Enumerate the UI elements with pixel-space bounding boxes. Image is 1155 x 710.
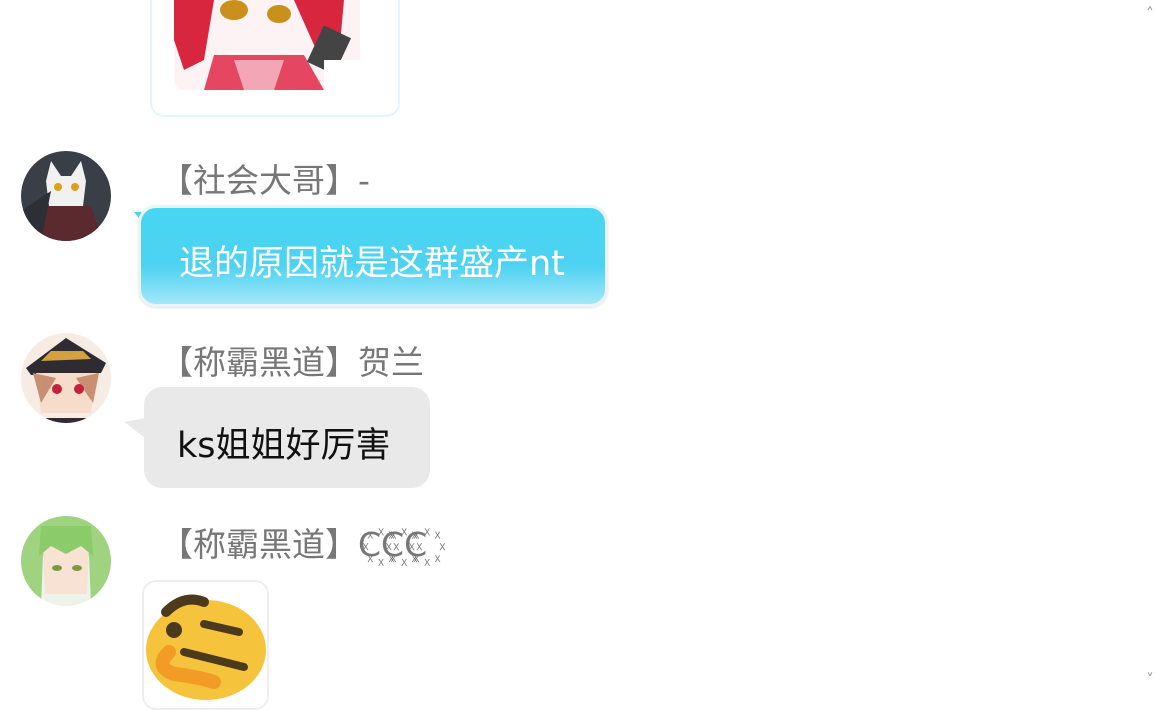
green-hair-avatar-icon [21,516,111,606]
sender-name: 【称霸黑道】贺兰 [160,343,424,382]
message-text: 退的原因就是这群盛产nt [179,244,565,284]
anime-boy-avatar-icon [21,333,111,423]
message-bubble[interactable]: ks姐姐好厉害 [144,387,430,488]
anime-girl-sticker-image [174,0,360,90]
scroll-down-icon[interactable]: ˅ [1146,670,1154,689]
message-bubble[interactable]: 退的原因就是这群盛产nt [138,205,608,307]
scroll-up-icon[interactable]: ˄ [1146,4,1154,23]
avatar[interactable] [21,333,111,423]
thinking-face-sticker-icon [146,594,266,700]
message-text: ks姐姐好厉害 [177,426,391,466]
message-sticker[interactable] [142,580,269,710]
cat-avatar-icon [21,151,111,241]
sender-name: 【社会大哥】- [160,161,370,200]
avatar[interactable] [21,151,111,241]
sender-name: 【称霸黑道】C꙰C꙰C꙰ [160,525,428,564]
avatar[interactable] [21,516,111,606]
